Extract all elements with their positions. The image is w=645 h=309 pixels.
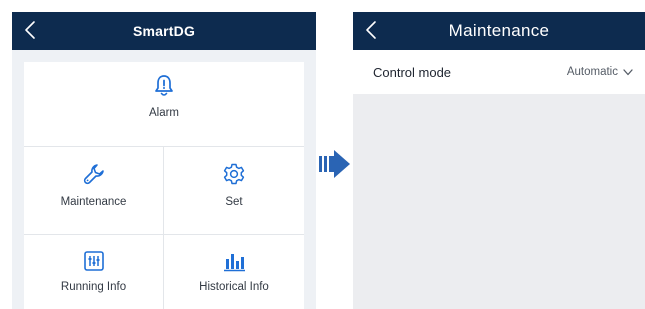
alarm-label: Alarm xyxy=(148,107,180,119)
grid-divider xyxy=(24,234,304,235)
grid-divider xyxy=(24,146,304,147)
maintenance-screen: Maintenance Control mode Automatic xyxy=(353,12,645,309)
control-mode-label: Control mode xyxy=(373,64,452,80)
set-label: Set xyxy=(225,196,243,208)
control-mode-row[interactable]: Control mode Automatic xyxy=(353,50,645,94)
function-grid: Alarm Maintenance Set Running Info Histo… xyxy=(24,62,304,309)
gear-icon xyxy=(222,162,246,186)
page-title: SmartDG xyxy=(132,23,196,39)
grid-divider xyxy=(163,147,164,309)
bell-icon xyxy=(153,74,175,98)
chevron-left-icon xyxy=(25,21,35,39)
maintenance-tile[interactable]: Maintenance xyxy=(24,147,163,234)
chevron-down-icon xyxy=(623,68,633,75)
sliders-icon xyxy=(83,250,105,272)
chevron-left-icon xyxy=(366,21,376,39)
page-title: Maintenance xyxy=(448,21,550,40)
set-tile[interactable]: Set xyxy=(164,147,304,234)
historical-info-tile[interactable]: Historical Info xyxy=(164,235,304,309)
back-button[interactable] xyxy=(20,18,40,42)
control-mode-select[interactable]: Automatic xyxy=(567,66,633,78)
home-header: SmartDG xyxy=(12,12,316,50)
historical-info-label: Historical Info xyxy=(199,281,269,293)
maintenance-header: Maintenance xyxy=(353,12,645,50)
running-info-label: Running Info xyxy=(60,281,127,293)
back-button[interactable] xyxy=(361,18,381,42)
control-mode-value: Automatic xyxy=(566,66,618,78)
right-arrow-icon xyxy=(318,146,352,182)
alarm-tile[interactable]: Alarm xyxy=(24,62,304,146)
running-info-tile[interactable]: Running Info xyxy=(24,235,163,309)
smartdg-home-screen: SmartDG Alarm Maintenance Set Running In… xyxy=(12,12,316,309)
wrench-icon xyxy=(82,162,106,186)
bar-chart-icon xyxy=(222,250,246,272)
maintenance-label: Maintenance xyxy=(60,196,127,208)
